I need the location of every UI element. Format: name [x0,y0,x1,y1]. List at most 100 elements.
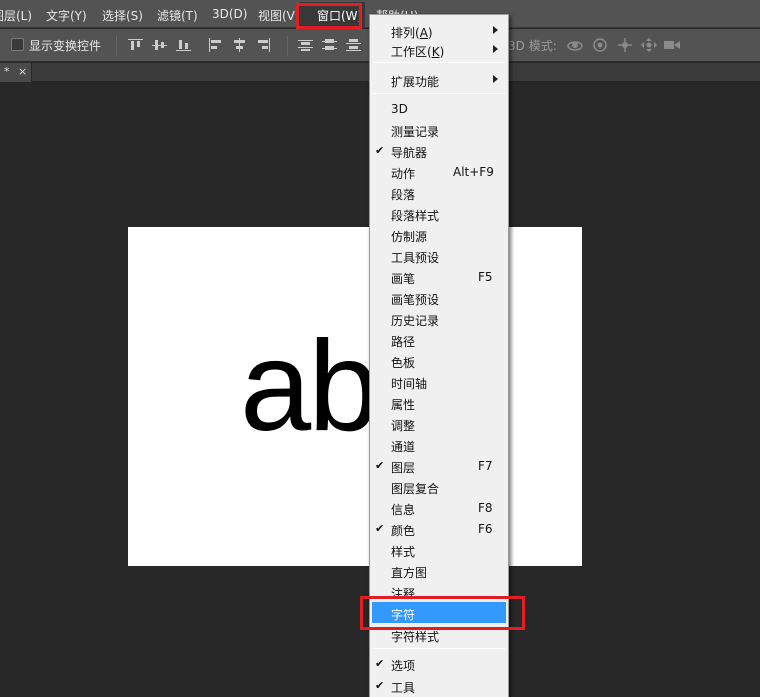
menu-item-label: 属性 [391,398,416,412]
roll-3d-object-icon[interactable] [591,37,609,53]
checkmark-icon: ✔ [375,144,385,157]
menu-item-shortcut: F5 [478,270,493,284]
align-top-edges-icon[interactable] [128,38,143,52]
menu-item-paragraph[interactable]: 段落 [370,182,508,203]
menu-item-label: 工作区( [391,45,432,59]
menu-item-label: 选项 [391,659,416,673]
menu-item-paragraph-styles[interactable]: 段落样式 [370,203,508,224]
menu-item-tools[interactable]: ✔ 工具 [370,675,508,696]
menu-item-tool-presets[interactable]: 工具预设 [370,245,508,266]
window-menu-dropdown: 排列(A) 工作区(K) 扩展功能 3D 测量记录 ✔ 导航器 动作 Alt+F9 … [369,14,509,697]
menu-item-brush[interactable]: 画笔 F5 [370,266,508,287]
menu-item-label: 段落样式 [391,209,440,223]
menu-layer[interactable]: 图层(L) [0,7,32,24]
submenu-arrow-icon [493,75,498,83]
menu-select[interactable]: 选择(S) [102,7,143,24]
menu-item-label: 画笔 [391,272,416,286]
menu-item-channels[interactable]: 通道 [370,434,508,455]
menu-item-adjustments[interactable]: 调整 [370,413,508,434]
menu-item-shortcut: Alt+F9 [453,165,494,179]
checkmark-icon: ✔ [375,459,385,472]
document-canvas[interactable]: ab [128,227,582,566]
menu-item-label: 色板 [391,356,416,370]
align-left-edges-icon[interactable] [208,38,223,52]
distribute-bottom-icon[interactable] [346,38,361,52]
menu-item-label: 排列( [391,26,420,40]
menu-item-color[interactable]: ✔ 颜色 F6 [370,518,508,539]
menu-item-label: 3D [391,102,408,116]
align-bottom-edges-icon[interactable] [176,38,191,52]
menu-item-brush-presets[interactable]: 画笔预设 [370,287,508,308]
menu-item-label: 段落 [391,188,416,202]
menu-item-histogram[interactable]: 直方图 [370,560,508,581]
close-tab-icon[interactable]: × [18,65,27,78]
menu-item-clone-source[interactable]: 仿制源 [370,224,508,245]
menu-item-label: 图层复合 [391,482,440,496]
menu-item-options[interactable]: ✔ 选项 [370,653,508,674]
menu-item-label: 扩展功能 [391,75,440,89]
menu-item-label: 信息 [391,503,416,517]
checkmark-icon: ✔ [375,522,385,535]
menu-item-label: 动作 [391,167,416,181]
menu-3d[interactable]: 3D(D) [212,7,247,21]
menu-view[interactable]: 视图(V) [258,7,300,24]
menu-item-3d[interactable]: 3D [370,98,508,119]
menu-item-accelerator: A [419,26,428,40]
menu-separator [373,93,505,94]
menu-filter[interactable]: 滤镜(T) [157,7,198,24]
submenu-arrow-icon [493,26,498,34]
menu-item-label: 时间轴 [391,377,428,391]
menu-item-arrange[interactable]: 排列(A) [370,20,508,41]
menu-item-workspace[interactable]: 工作区(K) [370,39,508,60]
menu-item-paths[interactable]: 路径 [370,329,508,350]
checkmark-icon: ✔ [375,657,385,670]
menu-item-label: 工具 [391,681,416,695]
scale-3d-object-icon[interactable] [663,37,681,53]
menu-item-styles[interactable]: 样式 [370,539,508,560]
unsaved-marker: * [4,65,10,78]
menu-item-shortcut: F6 [478,522,493,536]
distribute-top-icon[interactable] [298,38,313,52]
document-tab[interactable]: * × [0,63,32,82]
menu-item-info[interactable]: 信息 F8 [370,497,508,518]
align-vertical-centers-icon[interactable] [152,38,167,52]
drag-3d-object-icon[interactable] [616,37,634,53]
menu-item-measurement-log[interactable]: 测量记录 [370,119,508,140]
menu-item-navigator[interactable]: ✔ 导航器 [370,140,508,161]
menu-item-label: 通道 [391,440,416,454]
menu-item-layers[interactable]: ✔ 图层 F7 [370,455,508,476]
menu-item-label: 字符样式 [391,630,440,644]
menu-item-timeline[interactable]: 时间轴 [370,371,508,392]
menu-item-label: 样式 [391,545,416,559]
menu-item-label-end: ) [427,26,433,40]
menu-item-label: 导航器 [391,146,428,160]
checkmark-icon: ✔ [375,679,385,692]
menu-item-label: 直方图 [391,566,428,580]
menu-item-extensions[interactable]: 扩展功能 [370,69,508,90]
menu-item-history[interactable]: 历史记录 [370,308,508,329]
distribute-vertical-centers-icon[interactable] [322,38,337,52]
slide-3d-object-icon[interactable] [640,37,658,53]
menu-item-label: 图层 [391,461,416,475]
rotate-3d-object-icon[interactable] [566,37,584,53]
submenu-arrow-icon [493,45,498,53]
align-horizontal-centers-icon[interactable] [232,38,247,52]
annotation-box-window-menu [296,3,362,29]
menu-type[interactable]: 文字(Y) [46,7,87,24]
menu-item-label: 路径 [391,335,416,349]
menu-item-actions[interactable]: 动作 Alt+F9 [370,161,508,182]
align-right-edges-icon[interactable] [256,38,271,52]
menu-item-shortcut: F7 [478,459,493,473]
menu-item-shortcut: F8 [478,501,493,515]
menu-item-swatches[interactable]: 色板 [370,350,508,371]
menu-separator [373,62,505,63]
menu-item-label: 测量记录 [391,125,440,139]
show-transform-controls-checkbox[interactable] [11,38,24,51]
menu-item-label: 画笔预设 [391,293,440,307]
menu-item-accelerator: K [431,45,440,59]
menu-item-layer-comps[interactable]: 图层复合 [370,476,508,497]
menu-item-label-end: ) [439,45,445,59]
menu-item-properties[interactable]: 属性 [370,392,508,413]
menu-item-label: 颜色 [391,524,416,538]
annotation-box-character [360,596,525,630]
